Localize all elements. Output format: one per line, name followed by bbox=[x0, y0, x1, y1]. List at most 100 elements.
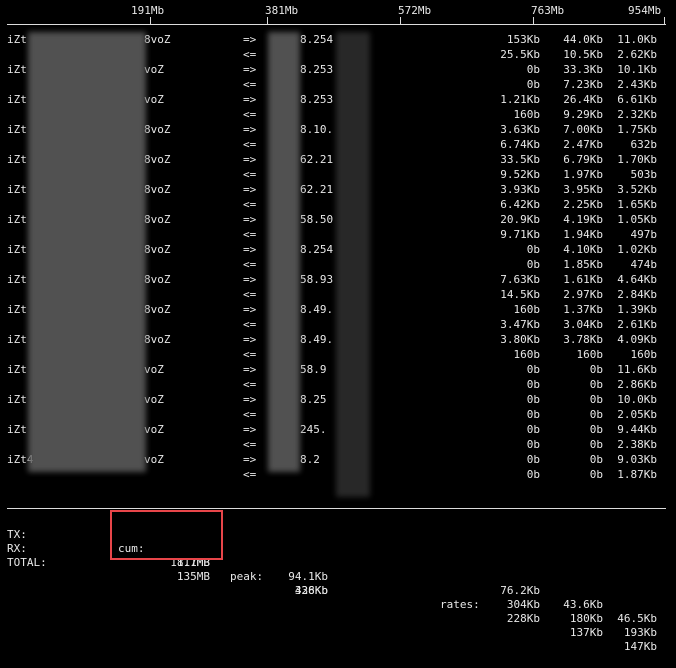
rate-tx-10s: 7.00Kb bbox=[563, 123, 603, 136]
host-name-suffix: voZ bbox=[144, 93, 164, 106]
rate-rx-2s: 9.52Kb bbox=[500, 168, 540, 181]
rate-tx-10s: 33.3Kb bbox=[563, 63, 603, 76]
rate-tx-10s: 3.78Kb bbox=[563, 333, 603, 346]
rate-tx-10s: 4.19Kb bbox=[563, 213, 603, 226]
direction-out-arrow: => bbox=[243, 423, 257, 436]
host-name: iZt bbox=[7, 423, 27, 436]
rate-rx-10s: 0b bbox=[589, 408, 603, 421]
rate-tx-2s: 20.9Kb bbox=[500, 213, 540, 226]
host-name-suffix: voZ bbox=[144, 393, 164, 406]
host-name: iZt bbox=[7, 123, 27, 136]
rate-tx-10s: 0b bbox=[589, 363, 603, 376]
cum-total-value: 135MB bbox=[176, 570, 210, 583]
rate-tx-10s: 26.4Kb bbox=[563, 93, 603, 106]
rate-tx-2s: 0b bbox=[526, 393, 540, 406]
direction-out-arrow: => bbox=[243, 213, 257, 226]
direction-in-arrow: <= bbox=[243, 228, 257, 241]
totals-row-rx: RX: 18.1MB 94.1Kb 76.2Kb 43.6Kb 46.5Kb bbox=[0, 528, 676, 625]
scale-axis-line bbox=[7, 24, 666, 25]
direction-in-arrow: <= bbox=[243, 348, 257, 361]
direction-in-arrow: <= bbox=[243, 78, 257, 91]
direction-out-arrow: => bbox=[243, 93, 257, 106]
rate-tx-40s: 1.70Kb bbox=[617, 153, 657, 166]
rate-tx-2s: 153Kb bbox=[506, 33, 540, 46]
rate-tx-2s: 33.5Kb bbox=[500, 153, 540, 166]
rate-rx-40s: 1.65Kb bbox=[617, 198, 657, 211]
host-name-suffix: voZ bbox=[144, 453, 164, 466]
rate-tx-40s: 1.75Kb bbox=[617, 123, 657, 136]
rate-rx-2s: 76.2Kb bbox=[500, 584, 540, 597]
rate-tx-2s: 160b bbox=[513, 303, 541, 316]
rate-tx-40s: 1.02Kb bbox=[617, 243, 657, 256]
rate-tx-2s: 0b bbox=[526, 243, 540, 256]
host-name-suffix: 8voZ bbox=[144, 333, 171, 346]
peer-address: 58.93 bbox=[300, 273, 334, 286]
host-name-suffix: voZ bbox=[144, 63, 164, 76]
peer-address: 8.49. bbox=[300, 303, 334, 316]
rate-rx-40s: 2.62Kb bbox=[617, 48, 657, 61]
rate-rx-2s: 3.47Kb bbox=[500, 318, 540, 331]
direction-out-arrow: => bbox=[243, 333, 257, 346]
redaction-blur-peers bbox=[268, 32, 300, 472]
totals-separator bbox=[7, 508, 666, 509]
rate-rx-40s: 2.84Kb bbox=[617, 288, 657, 301]
scale-tick-2: 381Mb bbox=[265, 4, 299, 17]
scale-tick-1: 191Mb bbox=[131, 4, 165, 17]
host-name: iZt bbox=[7, 273, 27, 286]
rate-tx-40s: 11.6Kb bbox=[617, 363, 657, 376]
rates-label: rates: bbox=[440, 598, 480, 611]
rate-rx-10s: 9.29Kb bbox=[563, 108, 603, 121]
rate-tx-40s: 1.05Kb bbox=[617, 213, 657, 226]
rate-rx-2s: 0b bbox=[526, 258, 540, 271]
host-name-suffix: 8voZ bbox=[144, 243, 171, 256]
totals-row-tx: TX: cum: 117MB peak: 338Kb rates: 228Kb … bbox=[0, 514, 676, 653]
direction-out-arrow: => bbox=[243, 183, 257, 196]
rate-rx-2s: 9.71Kb bbox=[500, 228, 540, 241]
rate-rx-2s: 6.42Kb bbox=[500, 198, 540, 211]
scale-tick-3: 572Mb bbox=[398, 4, 432, 17]
direction-out-arrow: => bbox=[243, 63, 257, 76]
host-name-suffix: 8voZ bbox=[144, 273, 171, 286]
direction-out-arrow: => bbox=[243, 153, 257, 166]
scale-tick-mark bbox=[533, 17, 534, 24]
scale-tick-mark bbox=[664, 17, 665, 24]
rate-total-2s: 304Kb bbox=[506, 598, 540, 611]
rate-total-10s: 180Kb bbox=[569, 612, 603, 625]
rate-tx-2s: 0b bbox=[526, 453, 540, 466]
peak-total-value: 426Kb bbox=[294, 584, 328, 597]
direction-out-arrow: => bbox=[243, 393, 257, 406]
rate-rx-10s: 1.94Kb bbox=[563, 228, 603, 241]
rate-tx-40s: 9.03Kb bbox=[617, 453, 657, 466]
peer-address: 62.21 bbox=[300, 153, 334, 166]
direction-out-arrow: => bbox=[243, 123, 257, 136]
rate-rx-40s: 632b bbox=[630, 138, 658, 151]
peer-address: 8.25 bbox=[300, 393, 327, 406]
peer-address: 245. bbox=[300, 423, 327, 436]
rate-rx-10s: 2.25Kb bbox=[563, 198, 603, 211]
rate-rx-40s: 1.87Kb bbox=[617, 468, 657, 481]
direction-out-arrow: => bbox=[243, 273, 257, 286]
host-name: iZt bbox=[7, 363, 27, 376]
host-name-suffix: 8voZ bbox=[144, 123, 171, 136]
rate-tx-10s: 0b bbox=[589, 393, 603, 406]
rate-rx-40s: 46.5Kb bbox=[617, 612, 657, 625]
rate-rx-10s: 2.47Kb bbox=[563, 138, 603, 151]
rate-rx-2s: 0b bbox=[526, 378, 540, 391]
rate-tx-40s: 4.64Kb bbox=[617, 273, 657, 286]
direction-in-arrow: <= bbox=[243, 468, 257, 481]
direction-in-arrow: <= bbox=[243, 258, 257, 271]
rate-tx-40s: 9.44Kb bbox=[617, 423, 657, 436]
rate-rx-10s: 0b bbox=[589, 468, 603, 481]
peak-rx-value: 94.1Kb bbox=[288, 570, 328, 583]
redaction-blur-peer-suffix bbox=[336, 32, 370, 497]
rate-tx-10s: 6.79Kb bbox=[563, 153, 603, 166]
host-name: iZt bbox=[7, 183, 27, 196]
rate-rx-10s: 10.5Kb bbox=[563, 48, 603, 61]
rate-tx-40s: 147Kb bbox=[623, 640, 657, 653]
rate-rx-2s: 160b bbox=[513, 108, 541, 121]
rate-rx-10s: 43.6Kb bbox=[563, 598, 603, 611]
rate-tx-2s: 0b bbox=[526, 423, 540, 436]
rate-rx-10s: 3.04Kb bbox=[563, 318, 603, 331]
rate-rx-40s: 497b bbox=[630, 228, 658, 241]
rate-rx-40s: 2.38Kb bbox=[617, 438, 657, 451]
